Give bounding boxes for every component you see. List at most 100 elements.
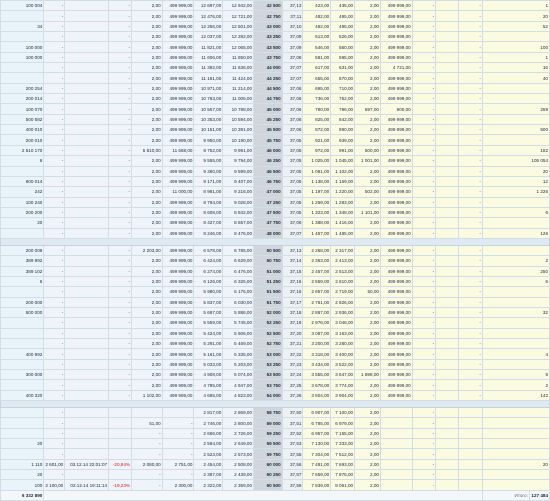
table-row[interactable]: 300 000- -2,00 499 999,00 4 908,00 5 074,00 5… — [0, 369, 550, 381]
table-row[interactable]: 389 992- -2,00 499 999,00 6 424,00 6 629,00 5… — [0, 255, 550, 267]
table-row[interactable]: 20- -2,00 499 999,00 8 427,00 8 657,00 47 750… — [0, 217, 550, 229]
table-cell — [435, 82, 460, 95]
table-row[interactable]: - -2,00 499 999,00 5 291,00 5 469,00 52 750 37… — [0, 337, 550, 350]
table-cell: 9 360,00 — [193, 165, 224, 177]
table-row[interactable]: - -2,00 499 999,00 8 246,00 8 476,00 48 000 37… — [0, 227, 550, 239]
table-row[interactable]: - -2,00 499 999,00 9 360,00 9 599,00 46 500 37… — [0, 165, 550, 177]
table-row[interactable]: 1 110 2 601,00 03.12.14 22:01:07 -20,84% 2 0… — [0, 458, 550, 471]
table-cell — [379, 479, 413, 491]
table-cell: - — [43, 348, 66, 360]
table-row[interactable]: 400 320- -1 102,00 499 999,00 4 665,00 4 823… — [0, 389, 550, 402]
table-cell: 2,00 — [354, 82, 381, 95]
table-row[interactable]: - -2,00 499 999,00 5 559,00 5 745,00 52 250 37… — [0, 317, 550, 329]
table-row[interactable]: - -2,00 499 999,00 4 785,00 4 947,00 53 750 37… — [0, 379, 550, 391]
table-cell: - — [108, 286, 133, 298]
table-cell: 2 203,00 — [131, 244, 163, 257]
table-cell: - — [411, 124, 437, 136]
table-row[interactable]: ---2 523,00 2 573,00 59 750 37,55 7 304,00 7 … — [0, 448, 550, 460]
table-cell: - — [108, 113, 133, 126]
table-cell: 37,05 — [281, 196, 304, 208]
table-row[interactable]: 100 240- -2,00 499 999,00 8 794,00 9 028,00 4… — [0, 196, 550, 208]
table-row[interactable]: 500 582- -2,00 499 999,00 10 353,00 10 594,0… — [0, 113, 550, 126]
table-row[interactable]: 400 010- -2,00 499 999,00 10 151,00 10 391,0… — [0, 124, 550, 136]
table-row[interactable]: 20- - -2 387,00 2 439,00 60 250 37,57 7 659,00… — [0, 469, 550, 481]
table-cell: - — [43, 31, 66, 43]
table-cell: 499 999,00 — [161, 327, 195, 340]
table-row[interactable]: - -2,00 499 999,00 5 980,00 6 176,00 51 500 37… — [0, 286, 550, 298]
table-cell: 12 — [481, 175, 550, 188]
table-row[interactable]: 20- - -2 594,00 2 649,00 59 500 37,53 7 130,00… — [0, 438, 550, 450]
table-row[interactable]: ---2 666,00 2 726,00 59 250 37,52 6 957,00 7 … — [0, 427, 550, 440]
table-row[interactable]: - 2 817,00 2 869,00 58 750 37,50 6 907,00 7 10… — [0, 407, 550, 419]
table-cell — [64, 337, 110, 350]
table-cell: 12 037,00 — [193, 31, 224, 43]
table-row[interactable]: 389 102- -2,00 499 999,00 6 274,00 6 476,00 5… — [0, 265, 550, 277]
table-row[interactable]: 2 510 170- -5 810,00 11 668,00 9 752,00 9 99… — [0, 144, 550, 157]
table-cell: - — [411, 286, 437, 298]
table-cell: 2 080,00 — [131, 458, 163, 471]
table-row[interactable]: 34- -2,00 499 999,00 12 256,00 12 501,00 43 0… — [0, 20, 550, 33]
table-cell: 1 101,00 — [354, 206, 381, 219]
table-cell: 7 875,00 — [330, 469, 356, 481]
table-row[interactable]: 242- -2,00 11 000,00 8 981,00 9 216,00 47 000… — [0, 186, 550, 198]
table-row[interactable]: 200 200- -2,00 499 999,00 8 608,00 8 842,00 4… — [0, 206, 550, 219]
table-row[interactable]: - -2,00 499 999,00 11 392,00 11 636,00 44 000… — [0, 62, 550, 74]
table-cell — [481, 448, 550, 460]
table-row[interactable]: - -2,00 499 999,00 12 037,00 12 282,00 43 250… — [0, 31, 550, 43]
table-cell: 499 999,00 — [161, 10, 195, 22]
table-row[interactable]: 200 254- -2,00 499 999,00 10 971,00 11 214,0… — [0, 82, 550, 95]
table-row[interactable]: - -2,00 499 999,00 11 181,00 11 424,00 44 250… — [0, 72, 550, 84]
table-cell: 3 163,00 — [330, 327, 356, 340]
table-cell — [481, 407, 550, 419]
table-row[interactable]: 100 070- -2,00 499 999,00 10 557,00 10 798,0… — [0, 103, 550, 115]
table-cell: 5 033,00 — [193, 358, 224, 371]
table-cell: 482,00 — [302, 10, 332, 22]
table-row[interactable]: -51,00-2 746,00 2 800,00 59 000 37,51 6 785,… — [0, 417, 550, 429]
table-row[interactable]: 100 2 100,00 02.12.14 19:11:14 -19,23% -2 30… — [0, 479, 550, 491]
table-row[interactable]: 200 014- -2,00 499 999,00 10 763,00 11 005,0… — [0, 93, 550, 105]
table-cell: 37,25 — [281, 379, 304, 391]
table-cell — [379, 469, 413, 481]
table-cell: 6 126,00 — [193, 275, 224, 288]
table-row[interactable]: 200 010- -2,00 499 999,00 9 950,00 10 190,00… — [0, 134, 550, 146]
table-row[interactable]: 100 000- -2,00 499 999,00 11 606,00 11 850,0… — [0, 51, 550, 64]
table-row[interactable]: 200 008- -2 203,00 499 999,00 6 578,00 6 785… — [0, 244, 550, 257]
table-cell: 52 750 — [253, 337, 283, 350]
table-cell: 46 250 — [253, 155, 283, 167]
table-row[interactable]: 6- -2,00 499 999,00 9 555,00 9 794,00 46 250 3… — [0, 155, 550, 167]
table-cell: 8 476,00 — [222, 227, 255, 239]
table-cell: 142 — [481, 389, 550, 402]
table-row[interactable]: 6- -2,00 499 999,00 6 126,00 6 325,00 51 250 3… — [0, 275, 550, 288]
table-cell: - — [458, 327, 483, 340]
table-cell: 37,26 — [281, 389, 304, 402]
table-cell: 51 750 — [253, 296, 283, 308]
table-row[interactable]: 400 992- -2,00 499 999,00 5 161,00 5 335,00 5… — [0, 348, 550, 360]
table-cell: - — [43, 196, 66, 208]
table-cell: 1 159,00 — [330, 175, 356, 188]
table-cell: - — [108, 306, 133, 319]
table-row[interactable]: - -2,00 499 999,00 12 476,00 12 721,00 42 750… — [0, 10, 550, 22]
table-row[interactable]: 500 000- -2,00 499 999,00 5 697,00 5 886,00 5… — [0, 306, 550, 319]
table-row[interactable]: 100 004- -2,00 499 999,00 12 697,00 12 942,0… — [0, 0, 550, 12]
table-row[interactable]: 600 014- -2,00 499 999,00 9 171,00 9 407,00 4… — [0, 175, 550, 188]
table-row[interactable]: 100 000- -2,00 499 999,00 11 821,00 12 065,0… — [0, 41, 550, 53]
separator-cell — [0, 237, 550, 246]
table-cell: 499 999,00 — [379, 155, 413, 167]
table-cell: 200 254 — [0, 82, 45, 95]
table-cell: 20 — [481, 165, 550, 177]
table-cell: - — [411, 306, 437, 319]
table-row[interactable]: - -2,00 499 999,00 5 424,00 5 606,00 52 500 37… — [0, 327, 550, 340]
table-cell — [64, 317, 110, 329]
table-cell: 37,13 — [281, 0, 304, 12]
table-cell: 126 — [481, 227, 550, 239]
table-cell — [435, 448, 460, 460]
table-cell: 3 904,00 — [330, 389, 356, 402]
table-cell: - — [43, 265, 66, 277]
table-cell: 59 250 — [253, 427, 283, 440]
table-cell: 1 197,00 — [302, 186, 332, 198]
table-cell — [435, 427, 460, 440]
table-row[interactable]: - -2,00 499 999,00 5 033,00 5 203,00 53 250 37… — [0, 358, 550, 371]
table-row[interactable]: 200 000- -2,00 499 999,00 5 837,00 6 030,00 5… — [0, 296, 550, 308]
table-cell: 6 979,00 — [330, 417, 356, 429]
table-cell: 37,16 — [281, 275, 304, 288]
